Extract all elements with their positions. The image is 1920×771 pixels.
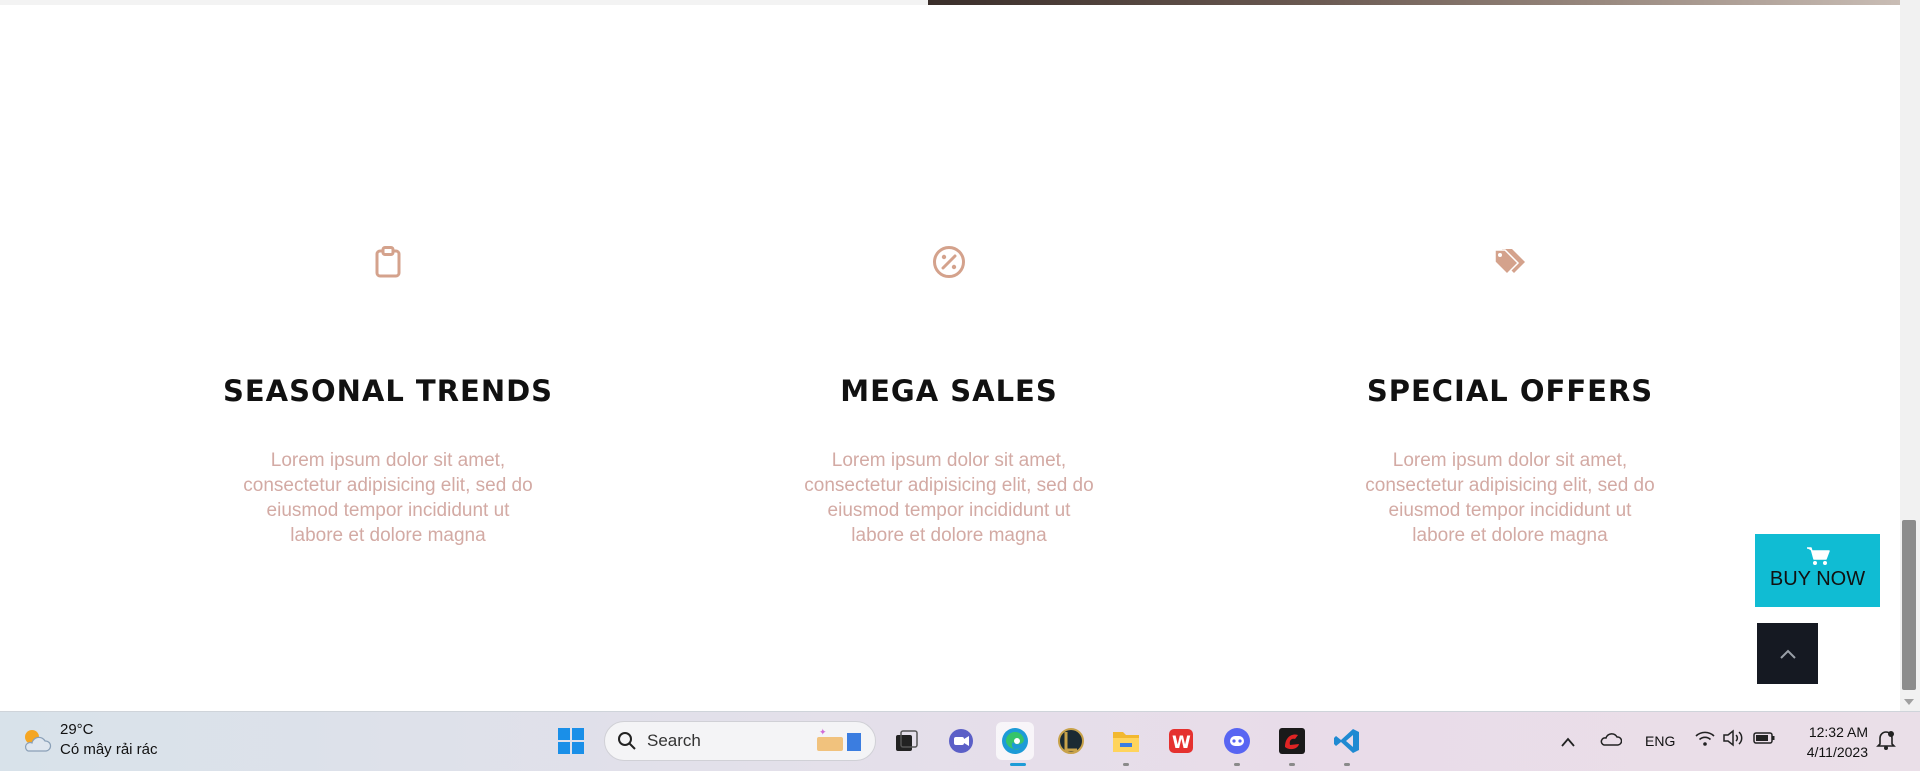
search-highlight-icon: ✦ [817,728,861,751]
discord-icon[interactable] [1218,722,1256,760]
scroll-down-arrow-icon[interactable] [1902,696,1916,708]
running-app-indicator [1123,763,1129,766]
buy-now-button[interactable]: BUY NOW [1755,534,1880,607]
vscode-icon[interactable] [1328,722,1366,760]
edge-icon[interactable] [996,722,1034,760]
notification-bell-icon[interactable] [1876,729,1896,756]
running-app-indicator [1234,763,1240,766]
search-placeholder: Search [647,731,701,750]
feature-description: Lorem ipsum dolor sit amet, consectetur … [243,450,533,546]
clock-date: 4/11/2023 [1806,744,1868,760]
running-app-indicator [1289,763,1295,766]
section-divider [0,0,928,5]
language-indicator[interactable]: ENG [1645,733,1675,749]
running-app-indicator [1344,763,1350,766]
onedrive-cloud-icon[interactable] [1600,731,1623,752]
garena-icon[interactable] [1273,722,1311,760]
chevron-up-icon [1779,649,1796,659]
weather-temperature: 29°C [60,721,94,738]
feature-seasonal-trends: SEASONAL TRENDS Lorem ipsum dolor sit am… [178,240,598,548]
clock-time: 12:32 AM [1808,724,1868,740]
windows-taskbar: 29°C Có mây rải rác Search ✦ W ENG 12:32… [0,711,1920,771]
search-icon [618,732,636,750]
feature-mega-sales: MEGA SALES Lorem ipsum dolor sit amet, c… [739,240,1159,548]
weather-partly-cloudy-icon [24,730,52,752]
svg-text:W: W [1172,733,1191,753]
system-clock[interactable]: 12:32 AM 4/11/2023 [1790,722,1868,762]
buy-now-label: BUY NOW [1769,568,1866,590]
cart-icon [1755,534,1880,568]
feature-title: SEASONAL TRENDS [222,374,554,408]
back-to-top-button[interactable] [1757,623,1818,684]
feature-description: Lorem ipsum dolor sit amet, consectetur … [1365,450,1655,546]
battery-icon[interactable] [1752,730,1776,751]
start-icon[interactable] [552,722,590,760]
wps-icon[interactable]: W [1162,722,1200,760]
scrollbar-thumb[interactable] [1902,520,1916,690]
page-viewport: SEASONAL TRENDS Lorem ipsum dolor sit am… [0,0,1900,711]
percent-badge-icon [739,240,1159,284]
volume-icon[interactable] [1722,729,1744,752]
active-app-indicator [1010,763,1026,766]
feature-title: MEGA SALES [840,374,1058,408]
taskbar-search[interactable]: Search ✦ [604,721,876,761]
feature-description: Lorem ipsum dolor sit amet, consectetur … [804,450,1094,546]
hero-image-bottom-edge [928,0,1900,5]
meet-icon[interactable] [942,722,980,760]
wifi-icon[interactable] [1694,729,1716,752]
tags-icon [1300,240,1720,284]
show-hidden-icons-chevron-icon[interactable] [1560,734,1576,752]
weather-description: Có mây rải rác [60,741,158,758]
clipboard-icon [178,240,598,284]
feature-special-offers: SPECIAL OFFERS Lorem ipsum dolor sit ame… [1300,240,1720,548]
svg-text:✦: ✦ [819,728,827,738]
weather-widget[interactable]: 29°C Có mây rải rác [20,720,158,760]
file-explorer-icon[interactable] [1107,722,1145,760]
league-icon[interactable] [1052,722,1090,760]
task-view-icon[interactable] [887,722,925,760]
feature-title: SPECIAL OFFERS [1366,374,1654,408]
